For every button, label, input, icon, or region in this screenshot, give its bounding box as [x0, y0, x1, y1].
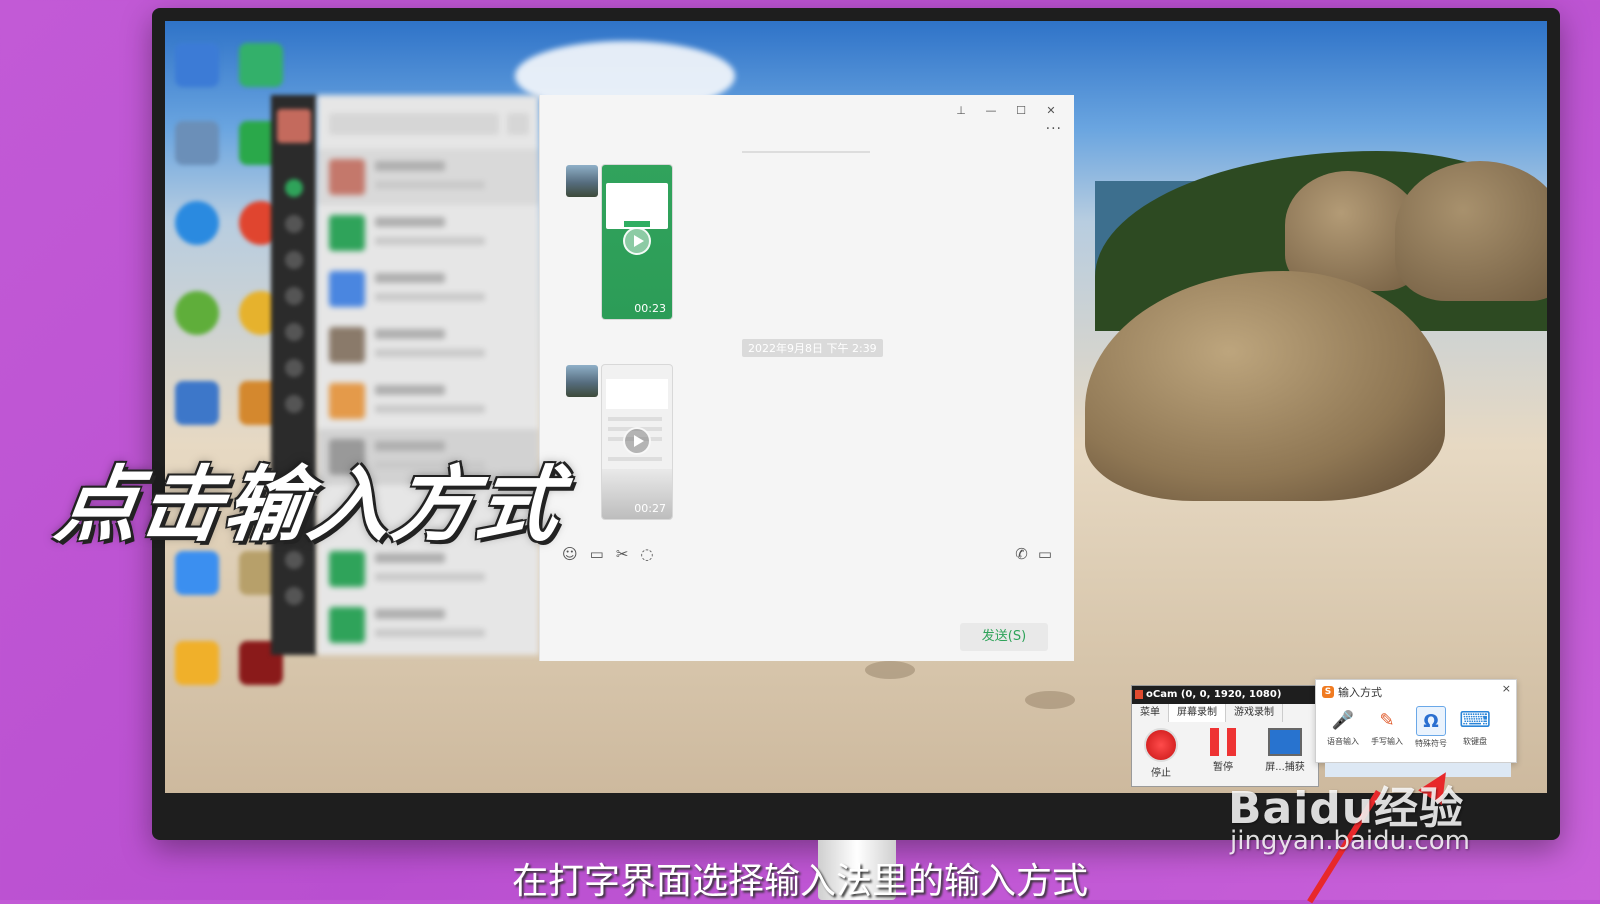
files-nav-icon[interactable] [285, 287, 303, 305]
send-button[interactable]: 发送(S) [960, 623, 1048, 651]
chat-nav-icon[interactable] [285, 179, 303, 197]
phone-icon[interactable]: ✆ [1015, 545, 1028, 563]
tab-game-record[interactable]: 游戏录制 [1226, 704, 1283, 722]
soft-keyboard-label: 软键盘 [1463, 737, 1487, 746]
voice-input-label: 语音输入 [1327, 737, 1359, 746]
video-call-icon[interactable]: ▭ [1038, 545, 1052, 563]
more-options-icon[interactable]: ··· [1046, 121, 1062, 137]
user-avatar[interactable] [277, 109, 311, 143]
play-icon[interactable] [623, 227, 651, 255]
add-button[interactable] [507, 113, 529, 135]
input-method-items: 🎤 语音输入 ✎ 手写输入 Ω 特殊符号 ⌨ 软键盘 [1324, 706, 1494, 749]
chat-list-item[interactable] [317, 373, 539, 429]
voice-input-button[interactable]: 🎤 语音输入 [1324, 706, 1362, 749]
pen-icon: ✎ [1379, 709, 1395, 731]
ocam-title: oCam (0, 0, 1920, 1080) [1132, 686, 1318, 704]
monitor-icon [1268, 728, 1302, 756]
chat-list-item[interactable] [317, 317, 539, 373]
special-symbols-label: 特殊符号 [1415, 739, 1447, 748]
chat-bubble-icon[interactable]: ◌ [640, 545, 653, 563]
desktop-icon[interactable] [239, 43, 283, 87]
pin-icon[interactable]: ⊥ [948, 101, 974, 121]
special-symbols-button[interactable]: Ω 特殊符号 [1412, 706, 1450, 749]
chat-window: ⊥ — ☐ ✕ ··· 00:23 2022年9月8日 下午 2:39 00:2… [539, 95, 1074, 661]
subtitle-caption: 在打字界面选择输入法里的输入方式 [511, 861, 1088, 902]
input-toolbar: ☺ ▭ ✂ ◌ [562, 545, 654, 563]
wallpaper-footprint [1025, 691, 1075, 709]
thumbnail-line [608, 417, 662, 421]
video-message[interactable]: 00:23 [602, 165, 672, 319]
stop-label: 停止 [1151, 768, 1171, 779]
input-method-title: 输入方式 [1338, 686, 1382, 699]
video-duration: 00:23 [634, 302, 666, 315]
desktop-icon[interactable] [175, 121, 219, 165]
close-icon[interactable]: × [1502, 682, 1511, 695]
chat-list-item[interactable] [317, 597, 539, 653]
emoji-icon[interactable]: ☺ [562, 545, 578, 563]
handwriting-input-label: 手写输入 [1371, 737, 1403, 746]
maximize-icon[interactable]: ☐ [1008, 101, 1034, 121]
thumbnail-line [608, 457, 662, 461]
wallpaper-footprint [865, 661, 915, 679]
moments-nav-icon[interactable] [285, 323, 303, 341]
wallpaper-rock [1395, 161, 1547, 301]
play-icon[interactable] [623, 427, 651, 455]
video-thumbnail [606, 379, 668, 409]
menu-nav-icon[interactable] [285, 587, 303, 605]
handwriting-input-button[interactable]: ✎ 手写输入 [1368, 706, 1406, 749]
pause-button[interactable]: 暂停 [1198, 728, 1248, 773]
call-toolbar: ✆ ▭ [1015, 545, 1052, 563]
omega-icon: Ω [1416, 706, 1446, 736]
monitor: ⊥ — ☐ ✕ ··· 00:23 2022年9月8日 下午 2:39 00:2… [152, 8, 1560, 840]
desktop-icon[interactable] [175, 551, 219, 595]
phone-nav-icon[interactable] [285, 395, 303, 413]
record-stop-icon [1144, 728, 1178, 762]
overlay-title: 点击输入方式 [50, 458, 568, 553]
desktop-screen: ⊥ — ☐ ✕ ··· 00:23 2022年9月8日 下午 2:39 00:2… [165, 21, 1547, 793]
favorites-nav-icon[interactable] [285, 251, 303, 269]
desktop-icon[interactable] [175, 641, 219, 685]
loading-bar [742, 151, 870, 153]
video-message[interactable]: 00:27 [602, 365, 672, 519]
soft-keyboard-button[interactable]: ⌨ 软键盘 [1456, 706, 1494, 749]
input-method-panel: S 输入方式 × 🎤 语音输入 ✎ 手写输入 Ω 特殊符号 ⌨ 软键盘 [1315, 679, 1517, 763]
sender-avatar[interactable] [566, 165, 598, 197]
search-input[interactable] [329, 113, 499, 135]
pause-icon [1210, 728, 1236, 756]
minimize-icon[interactable]: — [978, 101, 1004, 121]
stop-button[interactable]: 停止 [1136, 728, 1186, 779]
contacts-nav-icon[interactable] [285, 215, 303, 233]
message-timestamp: 2022年9月8日 下午 2:39 [742, 339, 883, 357]
tab-menu[interactable]: 菜单 [1132, 704, 1169, 722]
window-controls: ⊥ — ☐ ✕ [948, 101, 1064, 121]
mini-program-nav-icon[interactable] [285, 359, 303, 377]
folder-icon[interactable]: ▭ [590, 545, 604, 563]
input-method-header: S 输入方式 [1322, 684, 1382, 700]
desktop-icon[interactable] [175, 381, 219, 425]
chat-list [317, 95, 539, 655]
chat-list-item[interactable] [317, 149, 539, 205]
sender-avatar[interactable] [566, 365, 598, 397]
keyboard-icon: ⌨ [1459, 707, 1491, 733]
screen-capture-button[interactable]: 屏...捕获 [1260, 728, 1310, 773]
microphone-icon: 🎤 [1331, 709, 1355, 731]
chat-list-item[interactable] [317, 205, 539, 261]
close-icon[interactable]: ✕ [1038, 101, 1064, 121]
video-duration: 00:27 [634, 502, 666, 515]
desktop-icon[interactable] [175, 43, 219, 87]
scissors-icon[interactable]: ✂ [616, 545, 629, 563]
ocam-tabs: 菜单 屏幕录制 游戏录制 [1132, 704, 1318, 722]
desktop-icon[interactable] [175, 291, 219, 335]
chat-list-item[interactable] [317, 261, 539, 317]
wechat-side-nav [271, 95, 317, 655]
tab-screen-record[interactable]: 屏幕录制 [1169, 704, 1226, 722]
desktop-icon[interactable] [175, 201, 219, 245]
sogou-logo-icon: S [1322, 686, 1334, 698]
